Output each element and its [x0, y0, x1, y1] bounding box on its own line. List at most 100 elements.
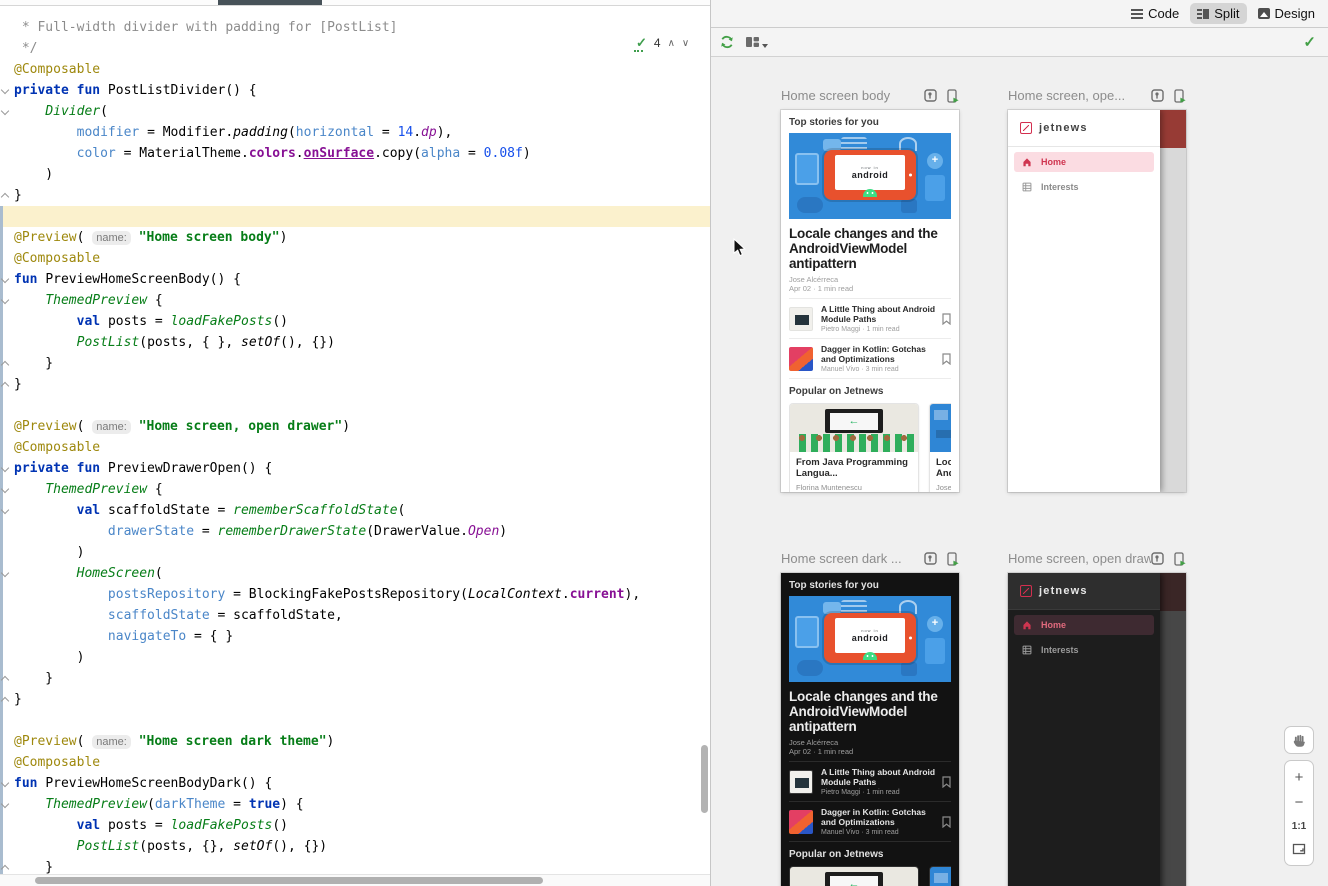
drawer-item-home[interactable]: Home: [1014, 152, 1154, 172]
code-line: @Preview( name: "Home screen dark theme"…: [14, 731, 640, 752]
fold-marker-icon[interactable]: [2, 86, 9, 93]
popular-carousel[interactable]: ← From Java Programming Langua... Florin…: [789, 866, 951, 886]
hero-phone-graphic: now in android: [824, 613, 916, 663]
hero-post-title: Locale changes and the AndroidViewModel …: [789, 689, 951, 734]
tab-code[interactable]: Code: [1124, 3, 1186, 24]
code-line: }: [14, 374, 640, 395]
fold-marker-icon[interactable]: [2, 674, 9, 681]
post-row[interactable]: A Little Thing about Android Module Path…: [789, 765, 951, 798]
preview-toolbar: ✓: [711, 28, 1328, 57]
jetnews-logo-icon: [1020, 122, 1032, 134]
run-on-device-icon[interactable]: [946, 552, 959, 566]
top-stories-label: Top stories for you: [789, 117, 951, 128]
interactive-preview-icon[interactable]: [1151, 552, 1164, 565]
next-issue-icon[interactable]: ∨: [682, 38, 689, 49]
preview-item-drawer-dark: Home screen, open drawer dar... jetnews …: [1008, 550, 1186, 886]
zoom-to-fit-icon[interactable]: [1292, 843, 1306, 855]
editor-vertical-scrollbar[interactable]: [701, 745, 708, 813]
run-on-device-icon[interactable]: [946, 89, 959, 103]
interactive-preview-icon[interactable]: [924, 552, 937, 565]
popular-label: Popular on Jetnews: [789, 386, 951, 397]
preview-layout-option-icon[interactable]: [745, 36, 768, 49]
fold-marker-icon[interactable]: [2, 359, 9, 366]
drawer-item-interests[interactable]: Interests: [1014, 640, 1154, 660]
drawer-item-interests[interactable]: Interests: [1014, 177, 1154, 197]
editor-tab-strip[interactable]: [0, 0, 710, 6]
refresh-previews-icon[interactable]: [719, 34, 735, 50]
fold-marker-icon[interactable]: [2, 191, 9, 198]
preview-canvas[interactable]: Home screen body Top stories for you + n…: [711, 57, 1328, 886]
code-line: val posts = loadFakePosts(): [14, 311, 640, 332]
bookmark-icon[interactable]: [942, 353, 951, 365]
zoom-in-button[interactable]: +: [1295, 771, 1304, 785]
drawer-item-home[interactable]: Home: [1014, 615, 1154, 635]
editor-gutter[interactable]: [0, 7, 13, 886]
navigation-drawer[interactable]: jetnews Home Interests: [1008, 573, 1160, 886]
fold-marker-icon[interactable]: [2, 275, 9, 282]
interactive-preview-icon[interactable]: [1151, 89, 1164, 102]
code-line: modifier = Modifier.padding(horizontal =…: [14, 122, 640, 143]
prev-issue-icon[interactable]: ∧: [668, 38, 675, 49]
post-row[interactable]: A Little Thing about Android Module Path…: [789, 302, 951, 335]
drawer-item-label: Interests: [1041, 182, 1079, 192]
hero-illustration: + now in android: [789, 596, 951, 682]
android-studio-split-editor: * Full-width divider with padding for [P…: [0, 0, 1328, 886]
code-line: ): [14, 164, 640, 185]
navigation-drawer[interactable]: jetnews Home Interests: [1008, 110, 1160, 492]
bookmark-icon[interactable]: [942, 816, 951, 828]
popular-card-image: [930, 404, 951, 452]
compose-preview-open-drawer[interactable]: jetnews Home Interests: [1008, 573, 1186, 886]
tab-split[interactable]: Split: [1190, 3, 1246, 24]
fold-marker-icon[interactable]: [2, 107, 9, 114]
editor-horizontal-scrollbar[interactable]: [35, 877, 543, 884]
fold-marker-icon[interactable]: [2, 506, 9, 513]
compose-preview-home-screen[interactable]: Top stories for you + now in android Loc…: [781, 110, 959, 492]
interactive-preview-icon[interactable]: [924, 89, 937, 102]
hero-illustration: + now in android: [789, 133, 951, 219]
popular-card[interactable]: Locale changes and the AndroidViewModel …: [929, 403, 951, 492]
popular-card-title: Locale changes and the AndroidViewModel …: [936, 457, 951, 479]
fold-marker-icon[interactable]: [2, 485, 9, 492]
fold-marker-icon[interactable]: [2, 569, 9, 576]
popular-card-author: Florina Muntenescu: [796, 483, 912, 492]
post-row[interactable]: Dagger in Kotlin: Gotchas and Optimizati…: [789, 342, 951, 375]
tab-design[interactable]: Design: [1251, 3, 1322, 24]
drawer-item-label: Interests: [1041, 645, 1079, 655]
compose-preview-open-drawer[interactable]: jetnews Home Interests: [1008, 110, 1186, 492]
inspections-widget[interactable]: ✓ 4 ∧ ∨: [636, 35, 689, 51]
fold-marker-icon[interactable]: [2, 296, 9, 303]
popular-card[interactable]: ← From Java Programming Langua... Florin…: [789, 403, 919, 492]
code-line: @Preview( name: "Home screen, open drawe…: [14, 416, 640, 437]
code-line: postsRepository = BlockingFakePostsRepos…: [14, 584, 640, 605]
code-line: * Full-width divider with padding for [P…: [14, 17, 640, 38]
run-on-device-icon[interactable]: [1173, 552, 1186, 566]
fold-marker-icon[interactable]: [2, 695, 9, 702]
popular-card[interactable]: Locale changes and the AndroidViewModel …: [929, 866, 951, 886]
fold-marker-icon[interactable]: [2, 863, 9, 870]
bookmark-icon[interactable]: [942, 313, 951, 325]
zoom-actual-size-button[interactable]: 1:1: [1292, 821, 1306, 832]
popular-card-image: ←: [790, 404, 918, 452]
code-line: }: [14, 353, 640, 374]
drawer-item-label: Home: [1041, 620, 1066, 630]
popular-carousel[interactable]: ← From Java Programming Langua... Florin…: [789, 403, 951, 492]
popular-card-author: Jose Alcérreca: [936, 483, 951, 492]
fold-marker-icon[interactable]: [2, 464, 9, 471]
code-editor[interactable]: * Full-width divider with padding for [P…: [0, 7, 710, 886]
code-line: ): [14, 542, 640, 563]
popular-card[interactable]: ← From Java Programming Langua... Florin…: [789, 866, 919, 886]
compose-preview-home-screen[interactable]: Top stories for you + now in android Loc…: [781, 573, 959, 886]
fold-marker-icon[interactable]: [2, 800, 9, 807]
code-line: @Preview( name: "Home screen body"): [14, 227, 640, 248]
run-on-device-icon[interactable]: [1173, 89, 1186, 103]
post-row[interactable]: Dagger in Kotlin: Gotchas and Optimizati…: [789, 805, 951, 838]
code-line: PostList(posts, { }, setOf(), {}): [14, 332, 640, 353]
pan-tool-button[interactable]: [1284, 726, 1314, 754]
bookmark-icon[interactable]: [942, 776, 951, 788]
code-area[interactable]: * Full-width divider with padding for [P…: [14, 17, 640, 878]
fold-marker-icon[interactable]: [2, 779, 9, 786]
dropdown-caret-icon: [762, 44, 768, 48]
fold-marker-icon[interactable]: [2, 380, 9, 387]
zoom-out-button[interactable]: −: [1295, 796, 1304, 810]
top-stories-label: Top stories for you: [789, 580, 951, 591]
